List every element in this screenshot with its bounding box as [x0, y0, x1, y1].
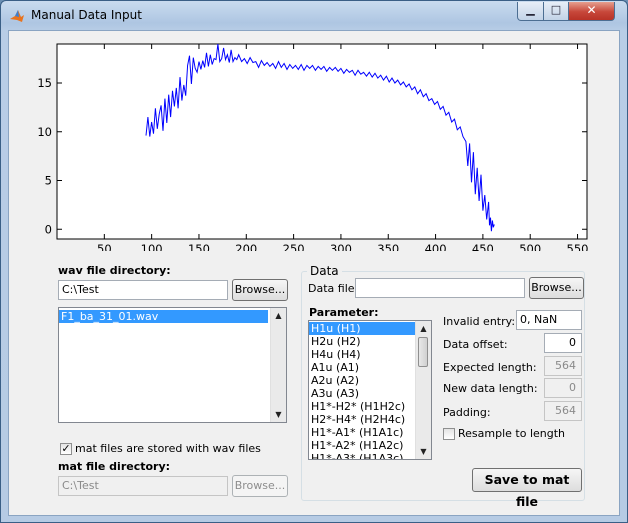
wav-dir-field[interactable]: C:\Test	[58, 280, 228, 300]
wav-list-scrollbar[interactable]: ▲ ▼	[270, 308, 286, 422]
parameter-item[interactable]: H4u (H4)	[309, 348, 417, 361]
parameter-item[interactable]: H1*-A2* (H1A2c)	[309, 439, 417, 452]
mat-dir-field[interactable]: C:\Test	[58, 476, 228, 496]
x-tick-label: 550	[567, 242, 589, 251]
maximize-button[interactable]: □	[543, 2, 569, 21]
mat-with-wav-label: mat files are stored with wav files	[75, 442, 261, 455]
x-tick-label: 150	[188, 242, 210, 251]
parameter-item[interactable]: H1*-A3* (H1A3c)	[309, 452, 417, 459]
close-button[interactable]: ✕	[568, 2, 615, 21]
y-tick-label: 10	[37, 125, 52, 139]
resample-label: Resample to length	[458, 427, 566, 440]
data-file-field[interactable]	[355, 278, 525, 298]
invalid-entry-label: Invalid entry:	[443, 315, 516, 328]
plot-axes-area	[56, 43, 588, 240]
title-bar[interactable]: Manual Data Input ▁ □ ✕	[1, 1, 627, 31]
parameter-item[interactable]: H1u (H1)	[309, 322, 417, 335]
scroll-up-arrow-icon[interactable]: ▲	[271, 308, 286, 323]
parameter-item[interactable]: A1u (A1)	[309, 361, 417, 374]
x-tick-label: 200	[235, 242, 257, 251]
data-offset-label: Data offset:	[443, 338, 508, 351]
data-file-label: Data file:	[308, 282, 359, 295]
x-tick-label: 400	[425, 242, 447, 251]
parameter-label: Parameter:	[309, 306, 379, 319]
y-tick-label: 0	[45, 222, 52, 236]
minimize-button[interactable]: ▁	[517, 2, 544, 21]
x-tick-label: 50	[97, 242, 112, 251]
wav-browse-button[interactable]: Browse...	[232, 279, 288, 301]
data-plot: 50 100 150 200 250 300 350 400 450 500 550 0 5 10 15	[37, 43, 589, 251]
invalid-entry-field[interactable]: 0, NaN	[516, 310, 582, 330]
parameter-list-scrollbar[interactable]: ▲ ▼	[415, 321, 431, 459]
parameter-item[interactable]: H1*-H2* (H1H2c)	[309, 400, 417, 413]
x-tick-label: 300	[330, 242, 352, 251]
x-tick-label: 450	[472, 242, 494, 251]
scroll-down-arrow-icon[interactable]: ▼	[271, 407, 286, 422]
x-tick-label: 500	[519, 242, 541, 251]
x-tick-label: 100	[141, 242, 163, 251]
parameter-item[interactable]: H1*-A1* (H1A1c)	[309, 426, 417, 439]
y-tick-label: 5	[45, 174, 52, 188]
mat-with-wav-checkbox[interactable]: ✓	[60, 443, 72, 455]
y-tick-label: 15	[37, 76, 52, 90]
data-offset-field[interactable]: 0	[544, 333, 582, 353]
parameter-item[interactable]: H2*-H4* (H2H4c)	[309, 413, 417, 426]
x-tick-label: 350	[377, 242, 399, 251]
data-group-title: Data	[307, 264, 342, 278]
resample-checkbox[interactable]	[443, 428, 455, 440]
save-to-mat-button[interactable]: Save to mat file	[472, 468, 582, 509]
window-title: Manual Data Input	[31, 8, 142, 22]
expected-length-label: Expected length:	[443, 361, 537, 374]
parameter-item[interactable]: A2u (A2)	[309, 374, 417, 387]
scroll-down-arrow-icon[interactable]: ▼	[416, 444, 431, 459]
wav-file-list[interactable]: F1_ba_31_01.wav ▲ ▼	[58, 307, 287, 423]
wav-file-item[interactable]: F1_ba_31_01.wav	[59, 310, 268, 323]
new-length-label: New data length:	[443, 382, 538, 395]
figure-client-area: 50 100 150 200 250 300 350 400 450 500 550 0 5 10 15 w…	[8, 30, 620, 516]
padding-field: 564	[544, 401, 582, 421]
scroll-thumb[interactable]	[418, 337, 428, 367]
wav-dir-label: wav file directory:	[58, 264, 171, 277]
x-tick-label: 250	[283, 242, 305, 251]
matlab-logo-icon	[10, 10, 24, 22]
parameter-item[interactable]: A3u (A3)	[309, 387, 417, 400]
new-length-field: 0	[544, 378, 582, 398]
data-browse-button[interactable]: Browse...	[529, 277, 584, 299]
mat-browse-button[interactable]: Browse...	[232, 475, 288, 497]
expected-length-field: 564	[544, 356, 582, 376]
parameter-item[interactable]: H2u (H2)	[309, 335, 417, 348]
parameter-list[interactable]: H1u (H1) H2u (H2) H4u (H4) A1u (A1) A2u (A2)…	[308, 320, 432, 460]
padding-label: Padding:	[443, 406, 491, 419]
mat-dir-label: mat file directory:	[58, 460, 171, 473]
scroll-up-arrow-icon[interactable]: ▲	[416, 321, 431, 336]
